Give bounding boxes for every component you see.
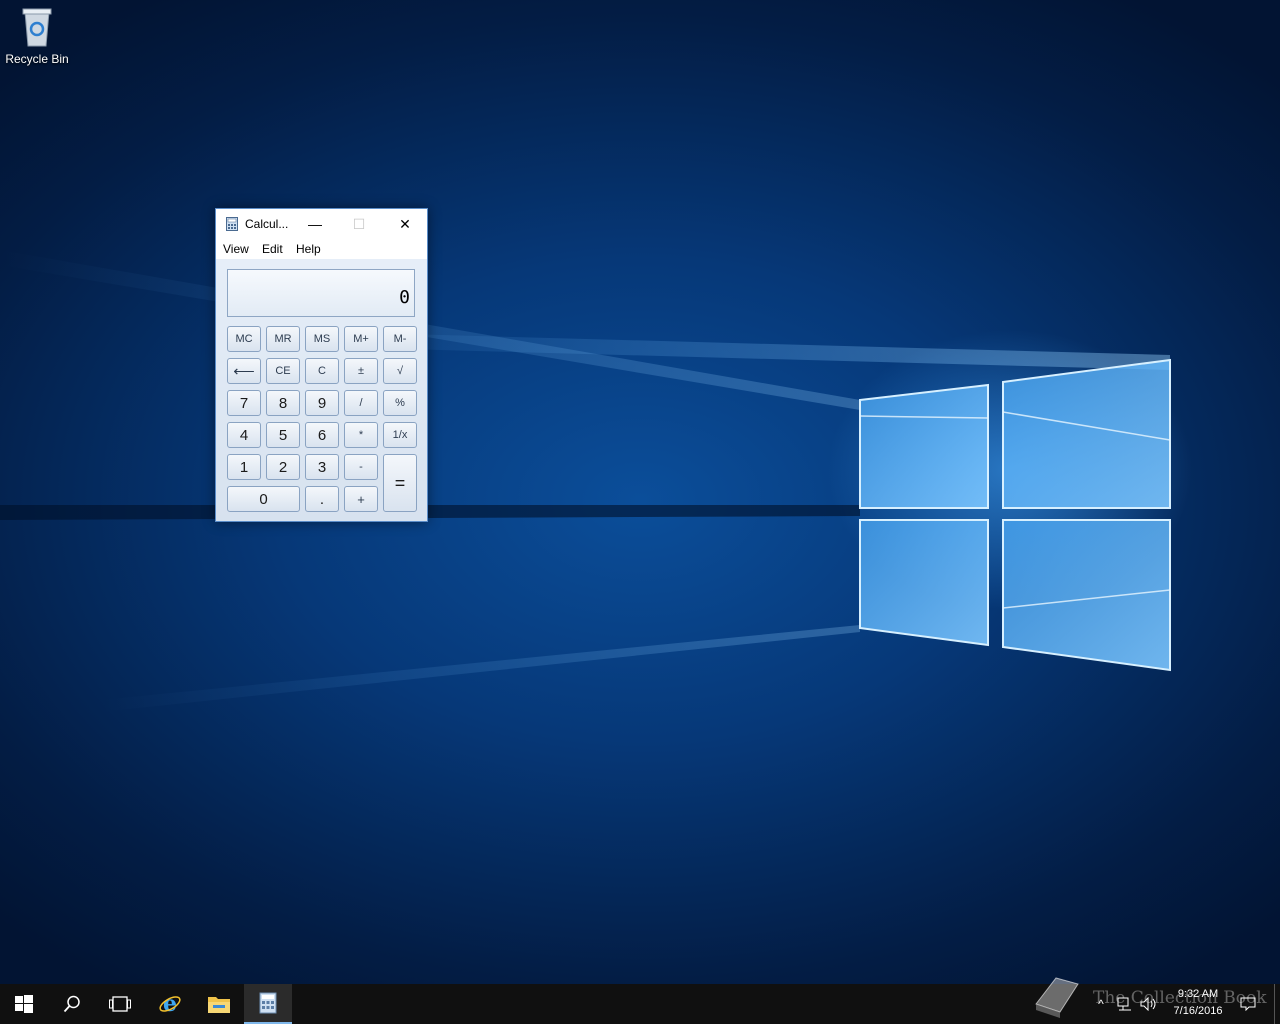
- digit-4-button[interactable]: 4: [227, 422, 261, 448]
- chevron-up-icon: ^: [1098, 997, 1104, 1011]
- sqrt-button[interactable]: √: [383, 358, 417, 384]
- notification-icon: [1240, 997, 1256, 1011]
- digit-6-button[interactable]: 6: [305, 422, 339, 448]
- search-button[interactable]: [48, 984, 96, 1024]
- mr-button[interactable]: MR: [266, 326, 300, 352]
- calculator-window[interactable]: Calcul... — ☐ ✕ View Edit Help 0 MC MR M…: [215, 208, 428, 522]
- m-plus-button[interactable]: M+: [344, 326, 378, 352]
- internet-explorer-icon: e: [159, 992, 181, 1016]
- network-icon: [1117, 997, 1131, 1011]
- digit-5-button[interactable]: 5: [266, 422, 300, 448]
- close-button[interactable]: ✕: [383, 209, 427, 239]
- title-bar[interactable]: Calcul... — ☐ ✕: [216, 209, 427, 239]
- desktop-icon-label: Recycle Bin: [5, 52, 69, 66]
- maximize-button[interactable]: ☐: [337, 209, 381, 239]
- volume-button[interactable]: [1138, 984, 1160, 1024]
- digit-0-button[interactable]: 0: [227, 486, 300, 512]
- divide-button[interactable]: /: [344, 390, 378, 416]
- volume-icon: [1140, 997, 1156, 1011]
- calculator-body: 0 MC MR MS M+ M- ⟵ CE C ± √ 7 8 9 / % 4 …: [216, 259, 427, 521]
- display: 0: [227, 269, 415, 317]
- clock[interactable]: 9:32 AM 7/16/2016: [1162, 984, 1234, 1024]
- window-title: Calcul...: [245, 217, 289, 231]
- file-explorer-icon: [208, 997, 230, 1013]
- add-button[interactable]: +: [344, 486, 378, 512]
- network-button[interactable]: [1114, 984, 1136, 1024]
- desktop: Recycle Bin: [0, 0, 1280, 984]
- digit-8-button[interactable]: 8: [266, 390, 300, 416]
- calculator-app-icon: [226, 217, 238, 231]
- task-view-button[interactable]: [96, 984, 144, 1024]
- minimize-button[interactable]: —: [293, 209, 337, 239]
- search-icon: [63, 995, 80, 1013]
- file-explorer-button[interactable]: [195, 984, 243, 1024]
- menu-edit[interactable]: Edit: [262, 242, 283, 256]
- start-icon: [15, 995, 33, 1013]
- digit-9-button[interactable]: 9: [305, 390, 339, 416]
- digit-3-button[interactable]: 3: [305, 454, 339, 480]
- clock-date: 7/16/2016: [1173, 1005, 1223, 1017]
- clock-time: 9:32 AM: [1177, 988, 1219, 1000]
- internet-explorer-button[interactable]: e: [146, 984, 194, 1024]
- plus-minus-button[interactable]: ±: [344, 358, 378, 384]
- book-watermark-icon: [1035, 977, 1079, 1018]
- wallpaper: [0, 250, 1171, 712]
- decimal-button[interactable]: .: [305, 486, 339, 512]
- svg-text:e: e: [163, 992, 177, 1016]
- digit-7-button[interactable]: 7: [227, 390, 261, 416]
- task-view-icon: [109, 996, 131, 1012]
- m-minus-button[interactable]: M-: [383, 326, 417, 352]
- subtract-button[interactable]: -: [344, 454, 378, 480]
- action-center-button[interactable]: [1236, 984, 1260, 1024]
- digit-1-button[interactable]: 1: [227, 454, 261, 480]
- menu-bar: View Edit Help: [216, 239, 427, 259]
- multiply-button[interactable]: *: [344, 422, 378, 448]
- menu-view[interactable]: View: [223, 242, 249, 256]
- digit-2-button[interactable]: 2: [266, 454, 300, 480]
- reciprocal-button[interactable]: 1/x: [383, 422, 417, 448]
- start-button[interactable]: [0, 984, 48, 1024]
- recycle-bin-icon: [19, 6, 55, 48]
- menu-help[interactable]: Help: [296, 242, 321, 256]
- show-desktop-button[interactable]: [1274, 984, 1280, 1024]
- equals-button[interactable]: =: [383, 454, 417, 512]
- calculator-icon: [259, 992, 277, 1014]
- percent-button[interactable]: %: [383, 390, 417, 416]
- backspace-button[interactable]: ⟵: [227, 358, 261, 384]
- ms-button[interactable]: MS: [305, 326, 339, 352]
- calculator-taskbar-button[interactable]: [244, 984, 292, 1024]
- display-value: 0: [399, 287, 410, 308]
- taskbar: e The Collection Book ^ 9:32 AM 7/16/201…: [0, 977, 1280, 1024]
- ce-button[interactable]: CE: [266, 358, 300, 384]
- mc-button[interactable]: MC: [227, 326, 261, 352]
- desktop-icon-recycle-bin[interactable]: Recycle Bin: [4, 6, 70, 66]
- tray-overflow-button[interactable]: ^: [1090, 984, 1112, 1024]
- clear-button[interactable]: C: [305, 358, 339, 384]
